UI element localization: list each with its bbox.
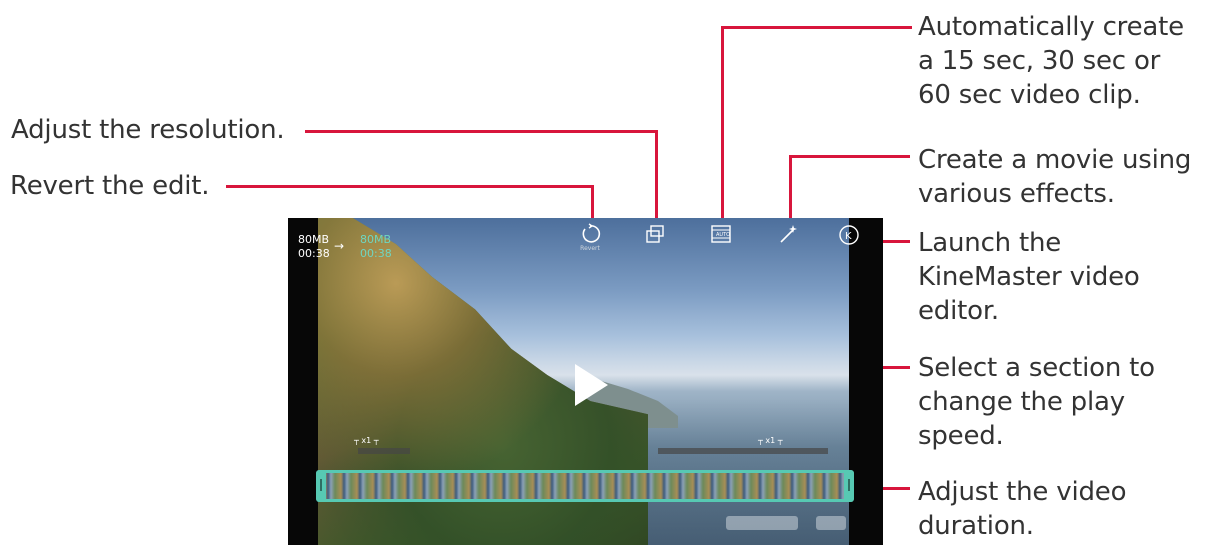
size-old: 80MB [298,233,330,246]
callout-resolution: Adjust the resolution. [11,115,285,145]
callout-duration: Adjust the video duration. [918,477,1127,541]
video-editor-screen: 80MB 00:38 → 80MB 00:38 Revert AUTO K ┬ … [288,218,883,545]
leader-auto-clip-vertical [721,26,724,244]
callout-revert: Revert the edit. [10,171,210,201]
resolution-icon [646,225,664,243]
time-new: 00:38 [360,247,392,260]
speed-label-right: x1 [765,436,776,445]
movie-button[interactable] [772,223,804,253]
bottom-button-left[interactable] [726,516,798,530]
callout-auto-clip: Automatically create a 15 sec, 30 sec or… [918,12,1184,110]
trim-handle-end[interactable] [844,470,854,502]
bottom-button-right[interactable] [816,516,846,530]
leader-movie [789,155,910,158]
trim-handle-start[interactable] [316,470,326,502]
leader-auto-clip [721,26,912,29]
revert-button[interactable]: Revert [574,223,606,253]
speed-label-left: x1 [361,436,372,445]
callout-kinemaster: Launch the KineMaster video editor. [918,228,1140,326]
svg-text:AUTO: AUTO [716,232,730,238]
screen-right-edge [849,218,883,545]
size-new: 80MB [360,233,392,246]
speed-handle-left-end[interactable]: ┬ [374,436,379,445]
leader-revert [226,185,594,188]
callout-movie: Create a movie using various effects. [918,145,1192,209]
play-button[interactable] [575,364,608,406]
speed-handle-right-end[interactable]: ┬ [778,436,783,445]
kinemaster-icon: K [839,225,859,245]
file-info-new: 80MB 00:38 [360,233,392,261]
speed-handle-left-start[interactable]: ┬ [354,436,359,445]
file-info: 80MB 00:38 → 80MB 00:38 [298,233,392,261]
revert-label: Revert [580,245,600,252]
speed-handle-right-start[interactable]: ┬ [758,436,763,445]
arrow-icon: → [334,239,345,253]
leader-resolution-vertical [655,130,658,223]
resolution-button[interactable] [639,223,671,253]
auto-clip-button[interactable]: AUTO [705,223,737,253]
leader-movie-vertical [789,155,792,223]
speed-section-left[interactable] [358,448,410,454]
speed-section-right[interactable] [658,448,828,454]
screen-left-edge [288,218,318,545]
speed-marker-left[interactable]: ┬ x1 ┬ [354,436,379,445]
svg-text:K: K [845,231,852,242]
magic-wand-icon [780,225,797,243]
time-old: 00:38 [298,247,330,260]
auto-clip-icon: AUTO [711,225,731,243]
callout-speed: Select a section to change the play spee… [918,353,1155,451]
kinemaster-button[interactable]: K [833,223,865,253]
video-timeline[interactable] [316,470,854,502]
speed-marker-right[interactable]: ┬ x1 ┬ [758,436,783,445]
revert-icon [582,223,601,243]
leader-resolution [305,130,658,133]
